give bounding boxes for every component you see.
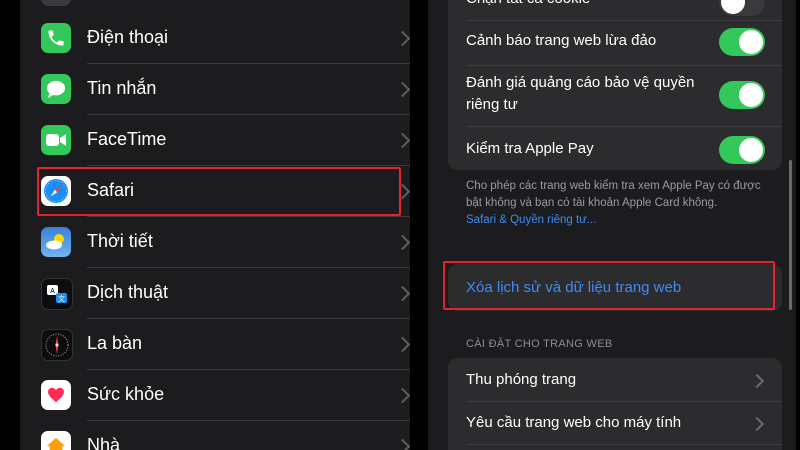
settings-item-weather[interactable]: Thời tiết <box>20 217 410 268</box>
divider <box>466 20 782 21</box>
chevron-right-icon <box>749 416 765 432</box>
website-settings-group: Thu phóng trang Yêu cầu trang web cho má… <box>448 358 782 450</box>
chevron-right-icon <box>394 336 410 353</box>
settings-item-label: Thời tiết <box>87 231 153 251</box>
apple-pay-note: Cho phép các trang web kiểm tra xem Appl… <box>466 178 776 229</box>
safari-settings-panel: Chặn tất cả cookie Cảnh báo trang web lừ… <box>428 0 796 450</box>
request-desktop-label: Yêu cầu trang web cho máy tính <box>466 414 682 431</box>
settings-item-compass[interactable]: La bàn <box>20 319 410 370</box>
fraud-warning-label: Cảnh báo trang web lừa đảo <box>466 32 657 49</box>
settings-item-label: Sức khỏe <box>87 384 165 404</box>
svg-text:A: A <box>50 288 55 295</box>
block-cookies-toggle[interactable] <box>719 0 765 16</box>
health-icon <box>41 380 71 410</box>
apple-pay-check-label: Kiểm tra Apple Pay <box>466 140 594 157</box>
settings-item-label: Điện thoại <box>87 27 169 47</box>
settings-item-messages[interactable]: Tin nhắn <box>20 64 410 115</box>
ad-measurement-label: Đánh giá quảng cáo bảo vệ quyền riêng tư <box>466 74 695 113</box>
chevron-right-icon <box>394 285 410 302</box>
highlight-box-clear-history <box>443 261 775 310</box>
phone-icon <box>41 23 71 53</box>
settings-item-label: Tin nhắn <box>87 78 157 98</box>
divider <box>466 401 782 402</box>
svg-text:文: 文 <box>58 294 65 303</box>
settings-item-home[interactable]: Nhà <box>20 421 410 450</box>
highlight-box-safari <box>37 167 401 216</box>
settings-item-label: FaceTime <box>87 129 167 149</box>
chevron-right-icon <box>394 438 410 450</box>
divider <box>466 444 782 445</box>
block-cookies-label: Chặn tất cả cookie <box>466 0 590 10</box>
facetime-icon <box>41 125 71 155</box>
translate-icon: A 文 <box>41 278 73 310</box>
chevron-right-icon <box>394 30 410 47</box>
ad-measurement-toggle[interactable] <box>719 81 765 109</box>
privacy-security-group: Chặn tất cả cookie Cảnh báo trang web lừ… <box>448 0 782 170</box>
scrollbar[interactable] <box>789 160 792 310</box>
chevron-right-icon <box>394 387 410 404</box>
partial-app-icon <box>41 0 71 6</box>
settings-item-label: La bàn <box>87 333 143 353</box>
divider <box>466 65 782 66</box>
settings-item-translate[interactable]: A 文 Dịch thuật <box>20 268 410 319</box>
page-zoom-label: Thu phóng trang <box>466 371 577 388</box>
website-settings-header: CÀI ĐẶT CHO TRANG WEB <box>466 338 613 350</box>
messages-icon <box>41 74 71 104</box>
settings-item-label: Dịch thuật <box>87 282 169 302</box>
chevron-right-icon <box>749 373 765 389</box>
settings-item-label: Nhà <box>87 435 121 450</box>
settings-list-panel: Điện thoại Tin nhắn FaceTime Safari Thời… <box>20 0 410 450</box>
compass-icon <box>41 329 73 361</box>
home-icon <box>41 431 71 450</box>
settings-item-health[interactable]: Sức khỏe <box>20 370 410 421</box>
weather-icon <box>41 227 71 257</box>
apple-pay-note-text: Cho phép các trang web kiểm tra xem Appl… <box>466 180 761 209</box>
chevron-right-icon <box>394 132 410 149</box>
chevron-right-icon <box>394 234 410 251</box>
apple-pay-check-toggle[interactable] <box>719 136 765 164</box>
privacy-link[interactable]: Safari & Quyền riêng tư... <box>466 214 596 226</box>
fraud-warning-toggle[interactable] <box>719 28 765 56</box>
settings-item-phone[interactable]: Điện thoại <box>20 13 410 64</box>
settings-item-facetime[interactable]: FaceTime <box>20 115 410 166</box>
divider <box>466 126 782 127</box>
chevron-right-icon <box>394 81 410 98</box>
